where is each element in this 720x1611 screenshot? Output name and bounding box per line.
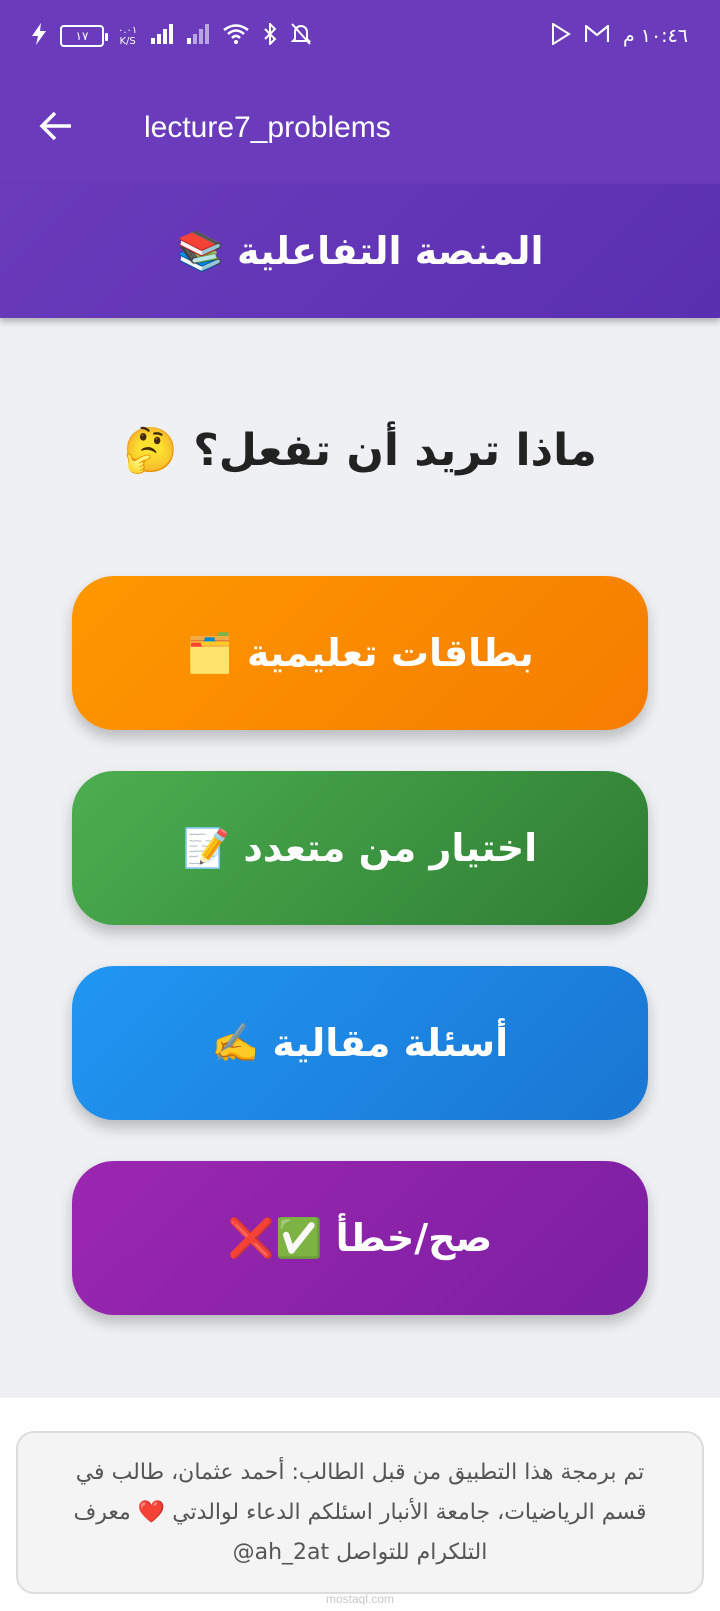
multiple-choice-button[interactable]: اختيار من متعدد 📝 [72,771,648,925]
gmail-icon [584,23,610,48]
header-title: المنصة التفاعلية 📚 [176,228,544,273]
battery-level: ١٧ [75,29,89,43]
status-icons-left: ١٧ ٠.٠١ K/S [32,21,312,49]
watermark: mostaql.com [325,1592,395,1606]
credits-text: تم برمجة هذا التطبيق من قبل الطالب: أحمد… [73,1459,647,1565]
battery-icon: ١٧ [60,25,108,47]
play-store-icon [551,21,571,50]
arrow-back-icon [39,111,73,145]
wifi-icon [223,24,250,48]
back-button[interactable] [0,72,112,184]
signal-icon [151,24,174,48]
clock: ١٠:٤٦ م [622,25,688,47]
bell-off-icon [290,23,312,49]
app-bar: lecture7_problems [0,72,720,184]
question-heading: ماذا تريد أن تفعل؟ 🤔 [123,425,597,476]
true-false-button[interactable]: صح/خطأ ✅❌ [72,1161,648,1315]
app-title: lecture7_problems [144,111,391,144]
bluetooth-icon [263,21,277,49]
signal-2-icon [187,24,210,48]
status-icons-right: ١٠:٤٦ م [551,21,688,50]
charging-icon [32,23,46,49]
header-banner: المنصة التفاعلية 📚 [0,184,720,318]
flashcards-button[interactable]: بطاقات تعليمية 🗂️ [72,576,648,730]
network-speed: ٠.٠١ K/S [118,25,138,47]
essay-questions-button[interactable]: أسئلة مقالية ✍️ [72,966,648,1120]
status-bar: ١٧ ٠.٠١ K/S ١٠:٤٦ م [0,0,720,72]
credits-card: تم برمجة هذا التطبيق من قبل الطالب: أحمد… [16,1431,704,1594]
